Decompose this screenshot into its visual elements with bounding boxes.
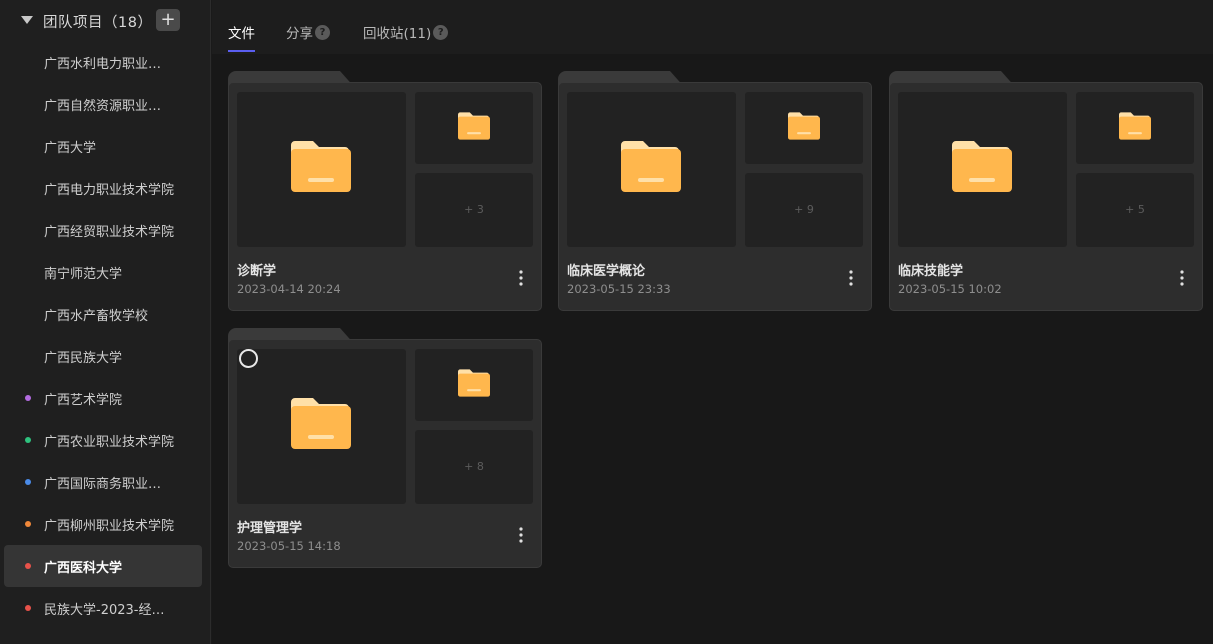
tab-bar: 文件 分享 ? 回收站(11) ? <box>212 0 1213 54</box>
more-menu-icon[interactable] <box>513 526 529 544</box>
main-content: 文件 分享 ? 回收站(11) ? + 3 诊断学 2023-04-14 20:24… <box>212 0 1213 644</box>
folder-name[interactable]: 诊断学 <box>237 260 276 279</box>
folder-preview-small <box>415 349 533 421</box>
project-label: 广西经贸职业技术学院 <box>44 225 174 240</box>
folder-name[interactable]: 护理管理学 <box>237 517 302 536</box>
project-item[interactable]: 广西电力职业技术学院 <box>4 167 202 209</box>
folder-preview-main <box>237 92 406 247</box>
folder-card[interactable]: + 3 诊断学 2023-04-14 20:24 <box>228 71 542 311</box>
project-label: 广西电力职业技术学院 <box>44 183 174 198</box>
folder-card-body[interactable]: + 3 诊断学 2023-04-14 20:24 <box>228 82 542 311</box>
tab-files-label: 文件 <box>228 26 255 42</box>
project-label: 广西国际商务职业技术学院 <box>44 477 174 492</box>
team-projects-title: 团队项目（18） <box>43 15 153 31</box>
folder-icon <box>291 141 351 192</box>
folder-preview-main <box>898 92 1067 247</box>
folder-more-count: + 5 <box>1076 173 1194 247</box>
more-menu-icon[interactable] <box>513 269 529 287</box>
folder-icon <box>458 369 490 397</box>
folder-card-body[interactable]: + 9 临床医学概论 2023-05-15 23:33 <box>558 82 872 311</box>
tab-files[interactable]: 文件 <box>228 22 255 42</box>
help-icon[interactable]: ? <box>315 24 330 40</box>
project-item[interactable]: 广西民族大学 <box>4 335 202 377</box>
project-item[interactable]: 广西自然资源职业技术学院 <box>4 83 202 125</box>
folder-card[interactable]: + 9 临床医学概论 2023-05-15 23:33 <box>558 71 872 311</box>
folder-icon <box>788 112 820 140</box>
project-label: 广西水利电力职业技术学院 <box>44 57 174 72</box>
folder-card[interactable]: + 8 护理管理学 2023-05-15 14:18 <box>228 328 542 568</box>
folder-preview-small <box>745 92 863 164</box>
folder-icon <box>1119 112 1151 140</box>
status-dot-icon <box>25 563 31 569</box>
folder-icon <box>621 141 681 192</box>
status-dot-icon <box>25 395 31 401</box>
team-projects-header[interactable]: 团队项目（18） + <box>0 0 211 40</box>
project-item[interactable]: 广西国际商务职业技术学院 <box>4 461 202 503</box>
folder-preview-main <box>567 92 736 247</box>
folder-preview-small <box>415 92 533 164</box>
project-label: 广西自然资源职业技术学院 <box>44 99 174 114</box>
folder-preview-main <box>237 349 406 504</box>
project-label: 广西农业职业技术学院 <box>44 435 174 450</box>
folder-icon <box>291 398 351 449</box>
folder-card-body[interactable]: + 5 临床技能学 2023-05-15 10:02 <box>889 82 1203 311</box>
tab-share-label: 分享 <box>286 26 313 42</box>
project-item[interactable]: 广西经贸职业技术学院 <box>4 209 202 251</box>
status-dot-icon <box>25 521 31 527</box>
project-label: 广西柳州职业技术学院 <box>44 519 174 534</box>
folder-card[interactable]: + 5 临床技能学 2023-05-15 10:02 <box>889 71 1203 311</box>
status-dot-icon <box>25 479 31 485</box>
tab-recycle-label: 回收站(11) <box>363 26 432 42</box>
project-item[interactable]: 民族大学-2023-经济学院 <box>4 587 202 629</box>
folder-more-count: + 3 <box>415 173 533 247</box>
project-item[interactable]: 广西水产畜牧学校 <box>4 293 202 335</box>
select-checkbox[interactable] <box>239 349 258 368</box>
folder-name[interactable]: 临床技能学 <box>898 260 963 279</box>
project-item[interactable]: 广西水利电力职业技术学院 <box>4 41 202 83</box>
project-label: 广西水产畜牧学校 <box>44 309 149 324</box>
project-label: 广西民族大学 <box>44 351 123 366</box>
active-tab-indicator <box>228 50 255 52</box>
help-icon[interactable]: ? <box>433 24 449 40</box>
status-dot-icon <box>25 437 31 443</box>
project-list: 广西水利电力职业技术学院广西自然资源职业技术学院广西大学广西电力职业技术学院广西… <box>4 41 202 629</box>
project-item[interactable]: 广西农业职业技术学院 <box>4 419 202 461</box>
folder-name[interactable]: 临床医学概论 <box>567 260 645 279</box>
project-label: 广西大学 <box>44 141 97 156</box>
more-menu-icon[interactable] <box>1174 269 1190 287</box>
folder-date: 2023-05-15 23:33 <box>567 282 671 296</box>
project-label: 广西艺术学院 <box>44 393 123 408</box>
folder-icon <box>458 112 490 140</box>
folder-date: 2023-05-15 10:02 <box>898 282 1002 296</box>
project-item[interactable]: 广西柳州职业技术学院 <box>4 503 202 545</box>
project-item[interactable]: 广西医科大学 <box>4 545 202 587</box>
folder-preview-small <box>1076 92 1194 164</box>
project-item[interactable]: 广西大学 <box>4 125 202 167</box>
project-label: 南宁师范大学 <box>44 267 123 282</box>
folder-date: 2023-05-15 14:18 <box>237 539 341 553</box>
sidebar: 团队项目（18） + 广西水利电力职业技术学院广西自然资源职业技术学院广西大学广… <box>0 0 211 644</box>
folder-more-count: + 9 <box>745 173 863 247</box>
project-label: 广西医科大学 <box>44 561 123 576</box>
caret-down-icon[interactable] <box>21 16 33 24</box>
status-dot-icon <box>25 605 31 611</box>
project-item[interactable]: 南宁师范大学 <box>4 251 202 293</box>
folder-date: 2023-04-14 20:24 <box>237 282 341 296</box>
folder-icon <box>952 141 1012 192</box>
folder-more-count: + 8 <box>415 430 533 504</box>
more-menu-icon[interactable] <box>843 269 859 287</box>
project-label: 民族大学-2023-经济学院 <box>44 603 174 618</box>
folder-card-body[interactable]: + 8 护理管理学 2023-05-15 14:18 <box>228 339 542 568</box>
tab-share[interactable]: 分享 ? <box>286 22 330 42</box>
add-project-button[interactable]: + <box>156 9 180 31</box>
tab-recycle-bin[interactable]: 回收站(11) ? <box>363 22 449 42</box>
project-item[interactable]: 广西艺术学院 <box>4 377 202 419</box>
